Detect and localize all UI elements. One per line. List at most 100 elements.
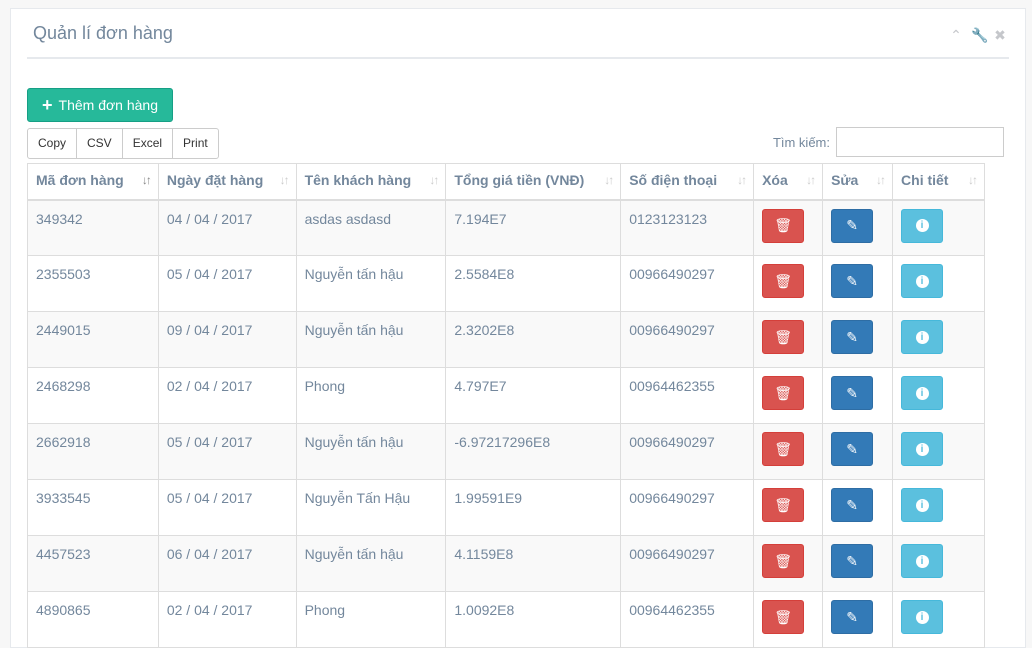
order-date-cell: 04 / 04 / 2017 bbox=[157, 199, 297, 256]
sort-icon: ↓↑ bbox=[429, 173, 439, 187]
details-button[interactable]: i bbox=[901, 432, 944, 466]
phone-cell: 00964462355 bbox=[620, 591, 755, 648]
order-id-cell: 2468298 bbox=[27, 367, 159, 424]
edit-icon: ✎ bbox=[846, 440, 858, 457]
total-cell: 4.1159E8 bbox=[445, 535, 622, 592]
table-row: 2662918 05 / 04 / 2017 Nguyễn tấn hậu -6.97… bbox=[27, 423, 985, 480]
delete-button[interactable]: 🗑 bbox=[762, 600, 805, 634]
column-header-order-date[interactable]: Ngày đặt hàng ↓↑ bbox=[157, 163, 297, 201]
details-button[interactable]: i bbox=[901, 488, 944, 522]
info-icon: i bbox=[915, 554, 929, 568]
details-button[interactable]: i bbox=[901, 600, 944, 634]
edit-button[interactable]: ✎ bbox=[831, 600, 874, 634]
delete-button[interactable]: 🗑 bbox=[762, 264, 805, 298]
edit-button[interactable]: ✎ bbox=[831, 376, 874, 410]
delete-button[interactable]: 🗑 bbox=[762, 376, 805, 410]
customer-cell: Phong bbox=[295, 591, 447, 648]
sort-asc-icon: ↓↑ bbox=[141, 173, 152, 187]
order-date-cell: 05 / 04 / 2017 bbox=[157, 423, 297, 480]
sort-icon: ↓↑ bbox=[876, 173, 886, 187]
order-id-cell: 2449015 bbox=[27, 311, 159, 368]
column-header-total[interactable]: Tổng giá tiền (VNĐ) ↓↑ bbox=[445, 163, 622, 201]
info-icon: i bbox=[915, 274, 929, 288]
wrench-icon[interactable]: 🔧 bbox=[971, 27, 988, 44]
delete-button[interactable]: 🗑 bbox=[762, 432, 805, 466]
column-header-phone[interactable]: Số điện thoại ↓↑ bbox=[620, 163, 755, 201]
table-row: 4457523 06 / 04 / 2017 Nguyễn tấn hậu 4.115… bbox=[27, 535, 985, 592]
delete-button[interactable]: 🗑 bbox=[762, 320, 805, 354]
details-button[interactable]: i bbox=[901, 264, 944, 298]
edit-button[interactable]: ✎ bbox=[831, 432, 874, 466]
column-header-customer[interactable]: Tên khách hàng ↓↑ bbox=[295, 163, 447, 201]
customer-cell: Nguyễn tấn hậu bbox=[295, 423, 447, 480]
search-input[interactable] bbox=[836, 127, 1004, 157]
trash-icon: 🗑 bbox=[774, 496, 792, 513]
panel-tools: ⌃ 🔧 ✖ bbox=[949, 27, 1007, 44]
order-date-cell: 05 / 04 / 2017 bbox=[157, 479, 297, 536]
edit-button-cell: ✎ bbox=[822, 591, 894, 648]
export-buttons: Copy CSV Excel Print bbox=[27, 128, 219, 159]
info-icon: i bbox=[915, 498, 929, 512]
edit-button[interactable]: ✎ bbox=[831, 208, 874, 243]
excel-button[interactable]: Excel bbox=[121, 128, 174, 159]
print-button[interactable]: Print bbox=[172, 128, 219, 159]
details-button[interactable]: i bbox=[901, 376, 944, 410]
details-button[interactable]: i bbox=[901, 208, 944, 243]
delete-button-cell: 🗑 bbox=[753, 311, 824, 368]
customer-cell: Nguyễn tấn hậu bbox=[295, 255, 447, 312]
details-button[interactable]: i bbox=[901, 544, 944, 578]
details-button-cell: i bbox=[892, 535, 985, 592]
column-header-order-id[interactable]: Mã đơn hàng ↓↑ bbox=[27, 163, 159, 201]
delete-button-cell: 🗑 bbox=[753, 591, 824, 648]
column-header-details[interactable]: Chi tiết ↓↑ bbox=[892, 163, 985, 201]
column-header-edit[interactable]: Sửa ↓↑ bbox=[822, 163, 894, 201]
edit-button[interactable]: ✎ bbox=[831, 488, 874, 522]
trash-icon: 🗑 bbox=[774, 272, 792, 289]
delete-button-cell: 🗑 bbox=[753, 479, 824, 536]
total-cell: -6.97217296E8 bbox=[445, 423, 622, 480]
phone-cell: 00966490297 bbox=[620, 535, 755, 592]
total-cell: 2.5584E8 bbox=[445, 255, 622, 312]
close-icon[interactable]: ✖ bbox=[993, 27, 1007, 44]
table-row: 3933545 05 / 04 / 2017 Nguyễn Tấn Hậu 1.995… bbox=[27, 479, 985, 536]
details-button-cell: i bbox=[892, 367, 985, 424]
sort-icon: ↓↑ bbox=[806, 173, 816, 187]
column-header-delete[interactable]: Xóa ↓↑ bbox=[753, 163, 824, 201]
edit-button[interactable]: ✎ bbox=[831, 320, 874, 354]
sort-icon: ↓↑ bbox=[737, 173, 747, 187]
panel-header: Quản lí đơn hàng ⌃ 🔧 ✖ bbox=[27, 9, 1009, 59]
edit-button-cell: ✎ bbox=[822, 255, 894, 312]
delete-button-cell: 🗑 bbox=[753, 199, 824, 256]
chevron-up-icon[interactable]: ⌃ bbox=[949, 27, 963, 44]
total-cell: 1.99591E9 bbox=[445, 479, 622, 536]
customer-cell: asdas asdasd bbox=[295, 199, 447, 256]
delete-button-cell: 🗑 bbox=[753, 423, 824, 480]
order-id-cell: 3933545 bbox=[27, 479, 159, 536]
details-button-cell: i bbox=[892, 255, 985, 312]
delete-button[interactable]: 🗑 bbox=[762, 544, 805, 578]
delete-button-cell: 🗑 bbox=[753, 367, 824, 424]
table-row: 2468298 02 / 04 / 2017 Phong 4.797E7 0096446… bbox=[27, 367, 985, 424]
trash-icon: 🗑 bbox=[774, 384, 792, 401]
edit-button[interactable]: ✎ bbox=[831, 544, 874, 578]
trash-icon: 🗑 bbox=[774, 608, 792, 625]
edit-button-cell: ✎ bbox=[822, 479, 894, 536]
table-header-row: Mã đơn hàng ↓↑ Ngày đặt hàng ↓↑ Tên khách … bbox=[27, 163, 985, 201]
delete-button[interactable]: 🗑 bbox=[762, 488, 805, 522]
delete-button[interactable]: 🗑 bbox=[762, 208, 805, 243]
details-button[interactable]: i bbox=[901, 320, 944, 354]
order-date-cell: 09 / 04 / 2017 bbox=[157, 311, 297, 368]
orders-table: Mã đơn hàng ↓↑ Ngày đặt hàng ↓↑ Tên khách … bbox=[27, 163, 985, 648]
info-icon: i bbox=[915, 386, 929, 400]
total-cell: 2.3202E8 bbox=[445, 311, 622, 368]
csv-button[interactable]: CSV bbox=[76, 128, 123, 159]
add-order-button[interactable]: + Thêm đơn hàng bbox=[27, 88, 173, 122]
copy-button[interactable]: Copy bbox=[27, 128, 78, 159]
details-button-cell: i bbox=[892, 479, 985, 536]
edit-button-cell: ✎ bbox=[822, 423, 894, 480]
order-id-cell: 349342 bbox=[27, 199, 159, 256]
edit-button[interactable]: ✎ bbox=[831, 264, 874, 298]
total-cell: 1.0092E8 bbox=[445, 591, 622, 648]
edit-icon: ✎ bbox=[846, 272, 858, 289]
plus-icon: + bbox=[42, 95, 53, 115]
